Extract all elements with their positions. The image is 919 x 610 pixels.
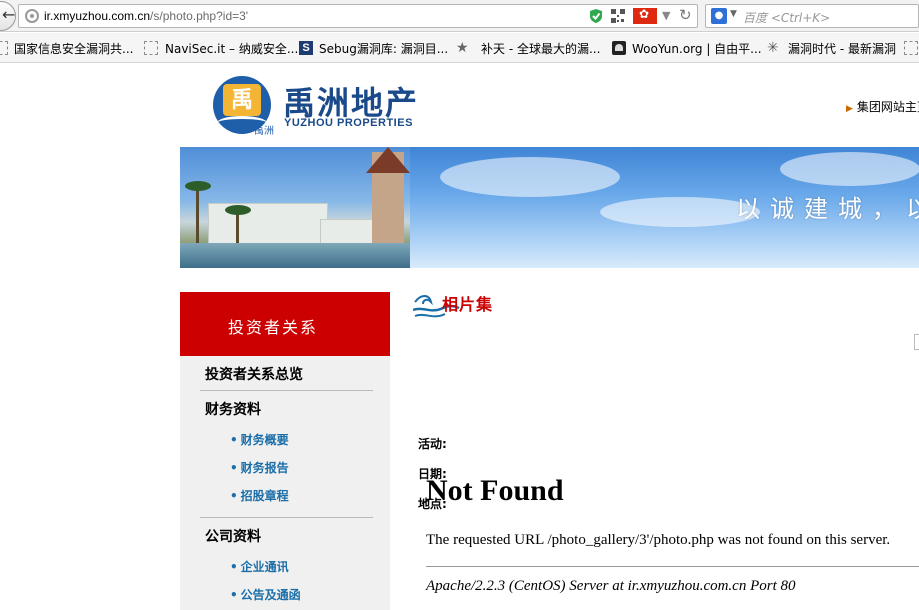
divider [426, 566, 919, 567]
logo-character: 禹 [223, 84, 261, 116]
page-icon [144, 41, 158, 55]
tower-roof [366, 147, 410, 173]
palm-leaves [225, 205, 251, 215]
cloud [780, 152, 919, 186]
hero-banner: 以诚建城，以 [180, 147, 919, 268]
sidebar-item-prospectus[interactable]: • 招股章程 [230, 487, 289, 504]
logo-small-text: 禹洲 [254, 126, 274, 137]
scroll-tab[interactable] [914, 334, 919, 350]
reload-icon[interactable]: ↻ [679, 6, 692, 24]
group-site-link-label: 集团网站主页 [856, 100, 919, 114]
qr-code-icon[interactable] [611, 9, 625, 23]
sidebar-item-financial-report[interactable]: • 财务报告 [230, 459, 289, 476]
bookmark-loudong[interactable]: 漏洞时代 - 最新漏洞 [788, 40, 896, 57]
bookmark-navisec[interactable]: NaviSec.it – 纳威安全... [165, 40, 298, 57]
chevron-down-icon[interactable]: ▼ [662, 9, 670, 22]
palm-tree [196, 187, 199, 247]
sidebar-item-label: 财务概要 [240, 433, 289, 447]
sidebar-title: 投资者关系 [228, 318, 319, 337]
sidebar-heading-financial[interactable]: 财务资料 [205, 399, 261, 419]
search-placeholder: 百度 <Ctrl+K> [743, 11, 831, 25]
sidebar-item-label: 公告及通函 [240, 588, 301, 602]
sidebar-item-label: 财务报告 [240, 461, 289, 475]
palm-leaves [185, 181, 211, 191]
bullet-icon: • [230, 588, 238, 602]
error-message: The requested URL /photo_gallery/3'/phot… [426, 532, 891, 548]
sidebar-item-corp-comms[interactable]: • 企业通讯 [230, 558, 289, 575]
server-signature: Apache/2.2.3 (CentOS) Server at ir.xmyuz… [426, 578, 796, 594]
bookmark-sebug[interactable]: Sebug漏洞库: 漏洞目... [319, 40, 448, 57]
bullet-icon: • [230, 461, 238, 475]
star-icon: ★ [456, 40, 469, 56]
shield-icon[interactable] [589, 8, 603, 24]
bookmark-wooyun[interactable]: WooYun.org | 自由平... [632, 40, 762, 57]
address-bar[interactable]: ir.xmyuzhou.com.cn/s/photo.php?id=3' ▼ ↻ [18, 4, 698, 28]
sidebar-item-financial-summary[interactable]: • 财务概要 [230, 431, 289, 448]
sidebar-title-box: 投资者关系 [180, 292, 390, 356]
site-header: 禹 禹洲 禹洲地产 YUZHOU PROPERTIES ▶集团网站主页 [180, 64, 919, 147]
sidebar-heading-company[interactable]: 公司资料 [205, 526, 261, 546]
globe-icon [25, 9, 39, 23]
bookmark-cnnvd[interactable]: 国家信息安全漏洞共... [14, 40, 133, 57]
bullet-icon: • [230, 560, 238, 574]
baidu-paw-icon[interactable]: ● [711, 8, 727, 24]
sidebar-item-label: 招股章程 [240, 489, 289, 503]
back-button[interactable]: ← [0, 1, 16, 31]
bullet-icon: • [230, 433, 238, 447]
sidebar-item-ir-overview[interactable]: 投资者关系总览 [205, 364, 303, 384]
event-label: 活动: [418, 437, 447, 451]
folder-icon [0, 41, 8, 55]
bookmarks-bar: 国家信息安全漏洞共... NaviSec.it – 纳威安全... S Sebu… [0, 33, 919, 63]
page-icon [904, 41, 918, 55]
spider-icon: ✳ [767, 40, 779, 56]
banner-slogan: 以诚建城，以 [736, 195, 919, 223]
hk-flag-icon[interactable] [633, 7, 657, 24]
search-engine-dropdown-icon[interactable]: ▼ [730, 9, 737, 19]
brand-name-en: YUZHOU PROPERTIES [284, 117, 413, 129]
sidebar-item-announcements[interactable]: • 公告及通函 [230, 586, 301, 603]
page-margin [0, 64, 180, 610]
wooyun-icon [612, 41, 626, 55]
error-title: Not Found [426, 474, 564, 507]
divider [200, 390, 373, 391]
main-content: 相片集 活动: 日期: 地点: Not Found The requested … [390, 268, 919, 610]
browser-toolbar: ← ir.xmyuzhou.com.cn/s/photo.php?id=3' ▼… [0, 0, 919, 32]
url-host: ir.xmyuzhou.com.cn [44, 9, 151, 23]
url-text[interactable]: ir.xmyuzhou.com.cn/s/photo.php?id=3' [44, 9, 248, 23]
bookmark-butian[interactable]: 补天 - 全球最大的漏... [481, 40, 600, 57]
page-title: 相片集 [442, 295, 494, 314]
url-path: /s/photo.php?id=3' [150, 9, 249, 23]
web-page: 禹 禹洲 禹洲地产 YUZHOU PROPERTIES ▶集团网站主页 以诚建城… [0, 64, 919, 610]
divider [200, 517, 373, 518]
lake [180, 243, 410, 268]
resort-photo [180, 147, 410, 268]
back-arrow-icon: ← [2, 5, 16, 24]
group-site-link[interactable]: ▶集团网站主页 [846, 98, 919, 115]
sebug-icon: S [299, 41, 313, 55]
bullet-icon: • [230, 489, 238, 503]
cloud [440, 157, 620, 197]
search-box[interactable]: ● ▼ 百度 <Ctrl+K> [705, 4, 919, 28]
triangle-right-icon: ▶ [846, 104, 853, 114]
sidebar-item-label: 企业通讯 [240, 560, 289, 574]
